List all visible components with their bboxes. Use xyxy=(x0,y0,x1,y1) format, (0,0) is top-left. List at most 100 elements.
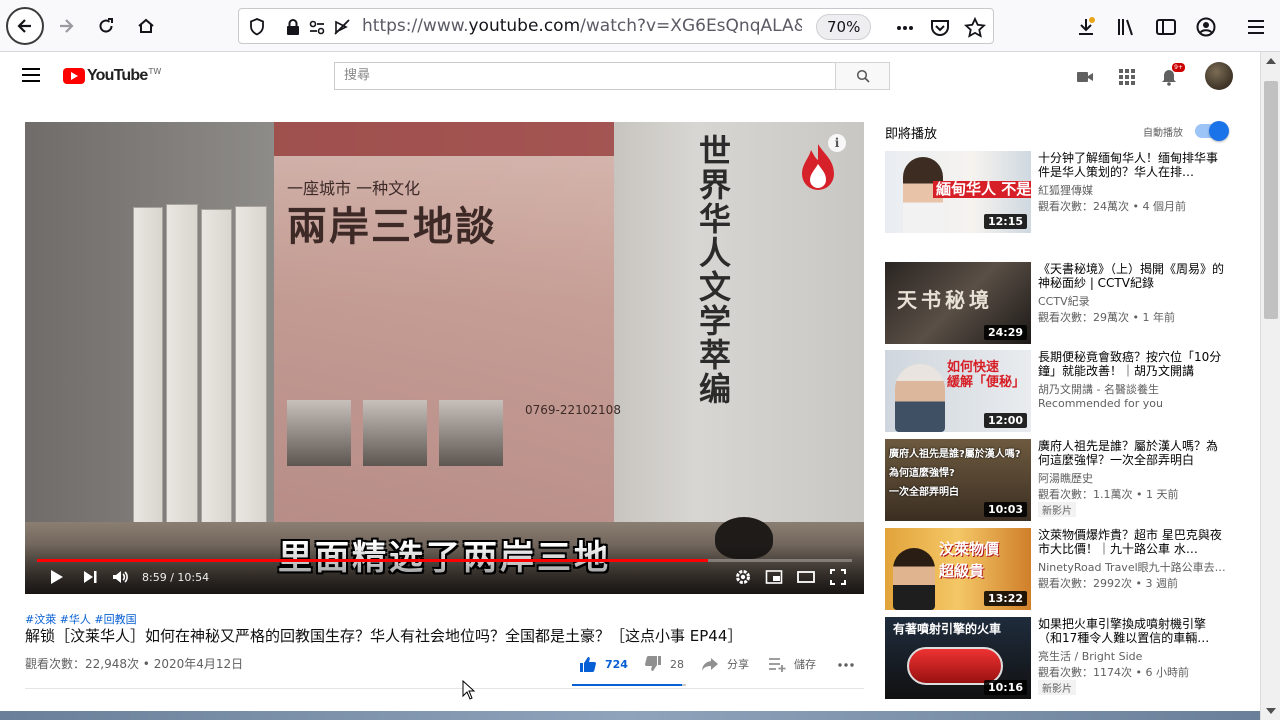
more-options-icon[interactable] xyxy=(837,658,855,672)
poster-title: 兩岸三地談 xyxy=(287,203,497,250)
bookmark-star-icon[interactable] xyxy=(964,17,986,39)
thumbs-up-icon xyxy=(580,657,596,672)
library-icon[interactable] xyxy=(1115,16,1137,38)
info-card-icon[interactable]: i xyxy=(828,134,846,152)
channel-name[interactable]: 亮生活 / Bright Side xyxy=(1038,648,1228,664)
divider xyxy=(25,688,864,689)
channel-name[interactable]: NinetyRoad Travel眼九十路公車去… xyxy=(1038,559,1228,575)
url-host: youtube.com xyxy=(468,16,581,36)
poster-photo xyxy=(287,400,351,466)
page-scrollbar[interactable] xyxy=(1260,52,1280,720)
volume-icon[interactable] xyxy=(111,568,129,586)
search-icon xyxy=(856,69,870,83)
mouse-cursor-icon xyxy=(462,680,476,700)
like-ratio-fill xyxy=(572,684,682,686)
url-path: /watch?v=XG6EsQnqALA&i xyxy=(580,16,802,36)
search-button[interactable] xyxy=(835,62,890,90)
poster-photo xyxy=(439,400,503,466)
toggle-knob xyxy=(1209,121,1229,141)
forward-button[interactable] xyxy=(48,8,84,44)
autoplay-toggle[interactable] xyxy=(1195,121,1229,141)
recommended-title[interactable]: 廣府人祖先是誰？屬於漢人嗎？為何這麼強悍？一次全部弄明白 xyxy=(1038,439,1228,467)
logo-region: TW xyxy=(148,66,162,76)
permissions-icon[interactable] xyxy=(307,17,327,37)
recommended-video[interactable]: 天书秘境 24:29 《天書秘境》（上）揭開《周易》的神秘面紗 | CCTV紀錄… xyxy=(885,262,1231,344)
youtube-logo[interactable]: YouTube TW xyxy=(63,67,161,85)
recommended-video[interactable]: 有著噴射引擎的火車 10:16 如果把火車引擎換成噴射機引擎（和17種令人難以置… xyxy=(885,617,1231,699)
back-button[interactable] xyxy=(6,7,44,45)
video-title: 解锁［汶莱华人］如何在神秘又严格的回教国生存？华人有社会地位吗？全国都是土豪？［… xyxy=(25,627,743,645)
create-video-icon[interactable] xyxy=(1076,68,1094,86)
zoom-level-badge[interactable]: 70% xyxy=(816,14,872,40)
autoplay-label: 自動播放 xyxy=(1143,128,1183,139)
recommended-title[interactable]: 汶萊物價爆炸貴？超市 星巴克與夜市大比價！｜九十路公車 水… xyxy=(1038,528,1228,556)
menu-icon[interactable] xyxy=(1245,16,1267,38)
video-thumbnail[interactable]: 有著噴射引擎的火車 10:16 xyxy=(885,617,1031,699)
recommended-video[interactable]: 緬甸华人 不是华人？ 12:15 十分钟了解缅甸华人！缅甸排华事件是华人策划的？… xyxy=(885,151,1231,233)
recommended-title[interactable]: 《天書秘境》（上）揭開《周易》的神秘面紗 | CCTV紀錄 xyxy=(1038,262,1228,290)
like-button[interactable]: 724 xyxy=(579,655,628,673)
play-icon[interactable] xyxy=(47,568,65,586)
youtube-masthead: YouTube TW 搜尋 9+ xyxy=(0,52,1260,102)
thumbnail-caption: 有著噴射引擎的火車 xyxy=(893,622,1002,636)
current-time: 8:59 xyxy=(142,571,167,584)
recommended-title[interactable]: 如果把火車引擎換成噴射機引擎（和17種令人難以置信的車輛… xyxy=(1038,617,1228,645)
scroll-down-arrow-icon[interactable] xyxy=(1266,708,1276,714)
settings-gear-icon[interactable] xyxy=(734,568,752,586)
progress-bar-played xyxy=(37,559,708,562)
video-thumbnail[interactable]: 緬甸华人 不是华人？ 12:15 xyxy=(885,151,1031,233)
progress-bar[interactable] xyxy=(37,559,852,562)
save-button[interactable]: 儲存 xyxy=(768,655,816,673)
channel-name[interactable]: 紅狐狸傳媒 xyxy=(1038,182,1228,198)
search-input[interactable]: 搜尋 xyxy=(334,62,835,90)
apps-grid-icon[interactable] xyxy=(1118,68,1136,86)
duration-badge: 24:29 xyxy=(983,325,1027,340)
recommended-video[interactable]: 如何快速 緩解「便秘」 12:00 長期便秘竟會致癌？按穴位「10分鐘」就能改善… xyxy=(885,350,1231,432)
channel-name[interactable]: CCTV紀录 xyxy=(1038,293,1228,309)
recommended-title[interactable]: 十分钟了解缅甸华人！缅甸排华事件是华人策划的？华人在排… xyxy=(1038,151,1228,179)
miniplayer-icon[interactable] xyxy=(765,568,783,586)
more-actions-icon[interactable] xyxy=(894,17,916,39)
shield-icon[interactable] xyxy=(247,17,267,37)
scrollbar-thumb[interactable] xyxy=(1264,81,1278,319)
video-player[interactable]: 一座城市 一种文化 兩岸三地談 0769-22102108 世界华人文学萃编 i… xyxy=(25,122,864,594)
duration-badge: 13:22 xyxy=(983,591,1027,606)
pocket-icon[interactable] xyxy=(929,17,951,39)
scroll-up-arrow-icon[interactable] xyxy=(1266,58,1276,64)
fullscreen-icon[interactable] xyxy=(829,568,847,586)
channel-name[interactable]: 阿湯瞧歷史 xyxy=(1038,470,1228,486)
thumbnail-caption: 汶萊物價 超級貴 xyxy=(939,540,1000,580)
theater-mode-icon[interactable] xyxy=(797,568,815,586)
sidebar-toggle-icon[interactable] xyxy=(1155,16,1177,38)
video-meta: 觀看次數：1174次 • 6 小時前 xyxy=(1038,666,1189,679)
recommended-title[interactable]: 長期便秘竟會致癌？按穴位「10分鐘」就能改善！｜胡乃文開講 xyxy=(1038,350,1228,378)
guide-menu-icon[interactable] xyxy=(22,68,40,82)
video-thumbnail[interactable]: 廣府人祖先是誰?屬於漢人嗎? 為何這麼強悍? 一次全部弄明白 10:03 xyxy=(885,439,1031,521)
downloads-icon[interactable] xyxy=(1075,16,1097,38)
channel-name[interactable]: 胡乃文開講 - 名醫談養生 xyxy=(1038,381,1228,397)
notification-count-badge: 9+ xyxy=(1172,63,1185,72)
reload-button[interactable] xyxy=(88,8,124,44)
recommended-video[interactable]: 廣府人祖先是誰?屬於漢人嗎? 為何這麼強悍? 一次全部弄明白 10:03 廣府人… xyxy=(885,439,1231,521)
video-thumbnail[interactable]: 天书秘境 24:29 xyxy=(885,262,1031,344)
thumbs-down-icon xyxy=(645,656,661,671)
video-thumbnail[interactable]: 汶萊物價 超級貴 13:22 xyxy=(885,528,1031,610)
autoplay-blocked-icon[interactable] xyxy=(332,17,352,37)
video-thumbnail[interactable]: 如何快速 緩解「便秘」 12:00 xyxy=(885,350,1031,432)
address-bar[interactable]: https://www.youtube.com/watch?v=XG6EsQnq… xyxy=(238,8,994,44)
lock-icon[interactable] xyxy=(283,17,303,37)
dislike-button[interactable]: 28 xyxy=(644,655,684,673)
recommended-video[interactable]: 汶萊物價 超級貴 13:22 汶萊物價爆炸貴？超市 星巴克與夜市大比價！｜九十路… xyxy=(885,528,1231,610)
url-prefix: https://www. xyxy=(362,16,469,36)
like-count: 724 xyxy=(605,657,628,671)
poster-photo xyxy=(363,400,427,466)
next-video-icon[interactable] xyxy=(81,568,99,586)
home-button[interactable] xyxy=(128,8,164,44)
logo-wordmark: YouTube xyxy=(87,67,148,84)
video-meta: 觀看次數：1.1萬次 • 1 天前 xyxy=(1038,488,1179,501)
video-meta: 觀看次數：29萬次 • 1 年前 xyxy=(1038,311,1175,324)
account-icon[interactable] xyxy=(1195,16,1217,38)
share-button[interactable]: 分享 xyxy=(701,655,749,673)
url-text[interactable]: https://www.youtube.com/watch?v=XG6EsQnq… xyxy=(362,16,802,36)
user-avatar[interactable] xyxy=(1205,62,1233,90)
